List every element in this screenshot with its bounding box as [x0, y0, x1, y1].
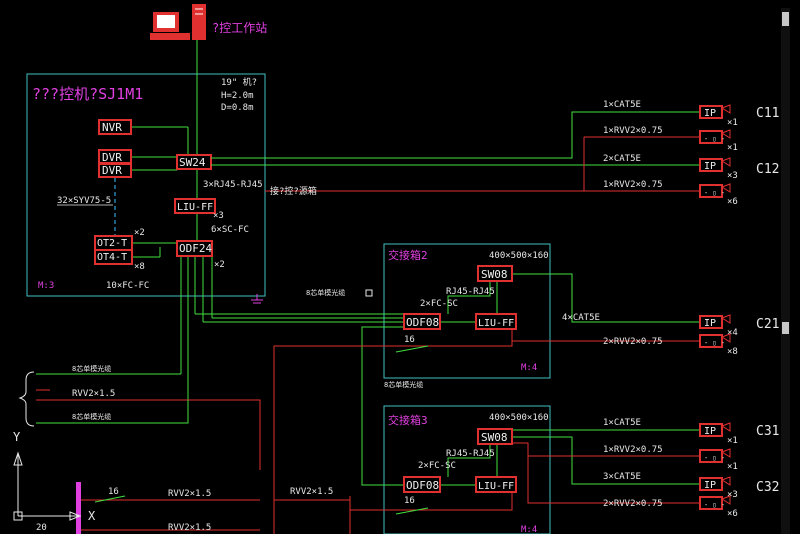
cable-c11-rvv: 1×RVV2×0.75	[603, 126, 663, 136]
scrollbar[interactable]	[781, 8, 790, 534]
fiber-label-1: 8芯单模光缆	[72, 364, 111, 373]
cabinet-spec-1: 19" 机?	[221, 76, 257, 88]
box3-sw-label: SW08	[481, 431, 508, 444]
box2-mark: M:4	[521, 363, 537, 373]
cable-c32-rvv: 2×RVV2×0.75	[603, 499, 663, 509]
cable-c11-cat: 1×CAT5E	[603, 100, 641, 110]
ip-label: IP	[704, 318, 716, 329]
cabinet-mark: M:3	[38, 281, 54, 291]
adapter-label: - ▯ -	[704, 501, 725, 509]
zone-c12: C12	[756, 162, 779, 177]
terminal-multiplier: ×3	[727, 490, 738, 500]
box2-liu-label: LIU-FF	[478, 318, 514, 329]
odf24-label: ODF24	[179, 242, 212, 255]
feed-16: 16	[108, 487, 119, 497]
rvv-label-1: RVV2×1.5	[72, 389, 115, 399]
wiring-diagram: ?控工作站 ???控机?SJ1M1 19" 机? H=2.0m D=0.8m M…	[0, 0, 800, 534]
ucs-20: 20	[36, 523, 47, 533]
zone-c21: C21	[756, 317, 779, 332]
background	[0, 0, 800, 534]
power-box-note: 接?控?源箱	[270, 185, 317, 197]
ip-label: IP	[704, 161, 716, 172]
zone-c11: C11	[756, 106, 779, 121]
zone-c31: C31	[756, 424, 779, 439]
ot2-label: OT2-T	[97, 238, 127, 249]
rvv-label-3: RVV2×1.5	[168, 523, 211, 533]
adapter-label: - ▯ -	[704, 339, 725, 347]
fiber-label-3: 8芯单模光缆	[306, 288, 345, 297]
terminal-multiplier: ×1	[727, 436, 738, 446]
box2-sw-label: SW08	[481, 268, 508, 281]
terminal-multiplier: ×1	[727, 143, 738, 153]
box3-liu-label: LIU-FF	[478, 481, 514, 492]
terminal-multiplier: ×3	[727, 171, 738, 181]
terminal-multiplier: ×1	[727, 462, 738, 472]
box3-16: 16	[404, 496, 415, 506]
cabinet-title: ???控机?SJ1M1	[32, 85, 143, 103]
fc-note: 10×FC-FC	[106, 281, 149, 291]
box3-size: 400×500×160	[489, 413, 549, 423]
ot4-mult: ×8	[134, 262, 145, 272]
adapter-label: - ▯ -	[704, 189, 725, 197]
ot4-label: OT4-T	[97, 252, 127, 263]
liu-mult: ×3	[213, 211, 224, 221]
box3-sc: 2×FC-SC	[418, 461, 456, 471]
cable-c21-rvv: 2×RVV2×0.75	[603, 337, 663, 347]
terminal-multiplier: ×6	[727, 509, 738, 519]
odf-mult: ×2	[214, 260, 225, 270]
cable-c32-cat: 3×CAT5E	[603, 472, 641, 482]
box2-odf-label: ODF08	[406, 316, 439, 329]
terminal-multiplier: ×4	[727, 328, 738, 338]
ip-label: IP	[704, 108, 716, 119]
busbar	[76, 482, 81, 534]
box3-title: 交接箱3	[388, 413, 428, 427]
ucs-y: Y	[13, 430, 21, 444]
coax-note: 32×SYV75-5	[57, 196, 111, 206]
cable-c12-cat: 2×CAT5E	[603, 154, 641, 164]
nvr-label: NVR	[102, 121, 122, 134]
box3-odf-label: ODF08	[406, 479, 439, 492]
dvr-label-1: DVR	[102, 151, 122, 164]
adapter-label: - ▯ -	[704, 135, 725, 143]
ucs-x: X	[88, 509, 96, 523]
cable-c31-cat: 1×CAT5E	[603, 418, 641, 428]
box3-rj45: RJ45-RJ45	[446, 449, 495, 459]
cabinet-spec-3: D=0.8m	[221, 103, 254, 113]
terminal-multiplier: ×8	[727, 347, 738, 357]
terminal-multiplier: ×1	[727, 118, 738, 128]
ip-label: IP	[704, 480, 716, 491]
cable-c12-rvv: 1×RVV2×0.75	[603, 180, 663, 190]
box2-sc: 2×FC-SC	[420, 299, 458, 309]
dvr-label-2: DVR	[102, 164, 122, 177]
box2-size: 400×500×160	[489, 251, 549, 261]
box3-mark: M:4	[521, 525, 537, 534]
terminal-multiplier: ×6	[727, 197, 738, 207]
workstation-label: ?控工作站	[212, 21, 267, 35]
ot-mult: ×2	[134, 228, 145, 238]
box2-16: 16	[404, 335, 415, 345]
rvv-label-4: RVV2×1.5	[290, 487, 333, 497]
box2-title: 交接箱2	[388, 248, 428, 262]
cabinet-spec-2: H=2.0m	[221, 91, 254, 101]
zone-c32: C32	[756, 480, 779, 495]
liu-label: LIU-FF	[177, 202, 213, 213]
box2-rj45: RJ45-RJ45	[446, 287, 495, 297]
cable-c21-cat: 4×CAT5E	[562, 313, 600, 323]
sw24-label: SW24	[179, 156, 206, 169]
cable-c31-rvv: 1×RVV2×0.75	[603, 445, 663, 455]
fiber-label-2: 8芯单模光缆	[72, 412, 111, 421]
adapter-label: - ▯ -	[704, 454, 725, 462]
rj45-note: 3×RJ45-RJ45	[203, 180, 263, 190]
sc-note: 6×SC-FC	[211, 225, 249, 235]
rvv-label-2: RVV2×1.5	[168, 489, 211, 499]
fiber-label-4: 8芯单模光缆	[384, 380, 423, 389]
ip-label: IP	[704, 426, 716, 437]
